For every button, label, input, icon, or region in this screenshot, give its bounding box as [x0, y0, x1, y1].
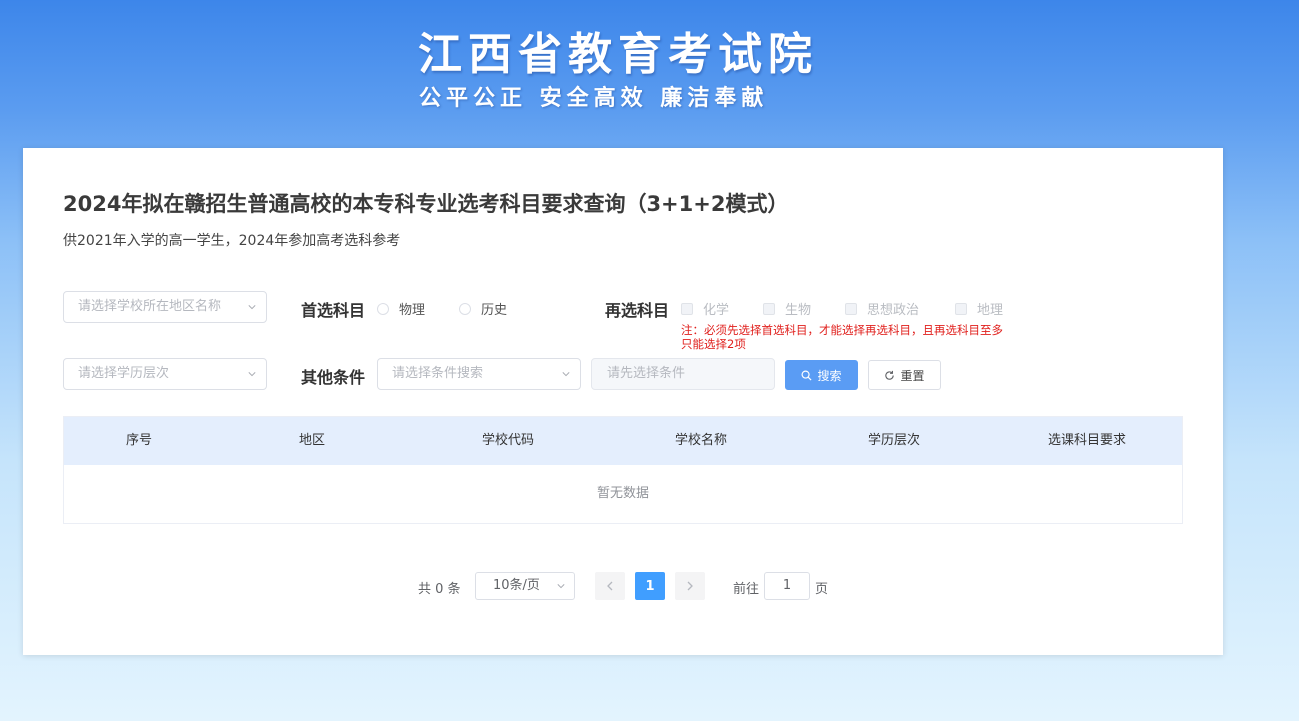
empty-state: 暂无数据	[596, 486, 649, 501]
radio-history-label: 历史	[481, 303, 508, 318]
site-slogan: 公平公正 安全高效 廉洁奉献	[419, 86, 769, 111]
page-number-current[interactable]: 1	[635, 572, 665, 600]
chevron-down-icon	[248, 305, 256, 310]
goto-page-input[interactable]: 1	[764, 572, 810, 600]
goto-prefix: 前往	[733, 582, 760, 597]
condition-value-placeholder: 请先选择条件	[607, 366, 686, 381]
checkbox-box	[845, 302, 857, 315]
page-size-value: 10条/页	[493, 578, 540, 593]
search-button-label: 搜索	[817, 368, 842, 383]
subject-note: 注：必须先选择首选科目，才能选择再选科目，且再选科目至多只能选择2项	[681, 323, 1003, 351]
condition-select[interactable]: 请选择条件搜索	[377, 358, 581, 390]
chevron-left-icon	[607, 581, 613, 591]
chevron-down-icon	[562, 372, 570, 377]
reset-button[interactable]: 重置	[868, 360, 941, 390]
search-button[interactable]: 搜索	[785, 360, 858, 390]
column-header-level: 学历层次	[867, 433, 920, 448]
results-table: 序号 地区 学校代码 学校名称 学历层次 选课科目要求 暂无数据	[63, 416, 1183, 524]
column-header-school-name: 学校名称	[674, 433, 727, 448]
checkbox-box	[763, 302, 775, 315]
condition-value-input[interactable]: 请先选择条件	[591, 358, 775, 390]
condition-select-placeholder: 请选择条件搜索	[392, 366, 484, 381]
checkbox-chemistry[interactable]: 化学	[681, 299, 729, 318]
region-select[interactable]: 请选择学校所在地区名称	[63, 291, 267, 323]
radio-circle	[377, 302, 389, 315]
checkbox-biology[interactable]: 生物	[763, 299, 811, 318]
region-select-placeholder: 请选择学校所在地区名称	[78, 299, 222, 314]
site-title: 江西省教育考试院	[418, 29, 818, 80]
table-header: 序号 地区 学校代码 学校名称 学历层次 选课科目要求	[64, 417, 1182, 465]
page-size-select[interactable]: 10条/页	[475, 572, 575, 600]
page-subtitle: 供2021年入学的高一学生，2024年参加高考选科参考	[63, 233, 401, 249]
level-select-placeholder: 请选择学历层次	[78, 366, 170, 381]
checkbox-geography[interactable]: 地理	[955, 299, 1003, 318]
second-subject-label: 再选科目	[605, 301, 670, 320]
checkbox-box	[955, 302, 967, 315]
radio-physics-label: 物理	[399, 303, 426, 318]
header-banner: 江西省教育考试院 公平公正 安全高效 廉洁奉献	[0, 0, 1299, 148]
radio-physics[interactable]: 物理	[377, 299, 425, 318]
column-header-subject-requirement: 选课科目要求	[1047, 433, 1126, 448]
chevron-down-icon	[248, 372, 256, 377]
checkbox-box	[681, 302, 693, 315]
next-page-button[interactable]	[675, 572, 705, 600]
column-header-region: 地区	[298, 433, 325, 448]
main-card: 2024年拟在赣招生普通高校的本专科专业选考科目要求查询（3+1+2模式） 供2…	[23, 148, 1223, 655]
column-header-index: 序号	[125, 433, 152, 448]
chevron-down-icon	[557, 584, 565, 589]
pagination-total: 共 0 条	[418, 582, 461, 597]
first-subject-label: 首选科目	[301, 301, 366, 320]
goto-suffix: 页	[815, 582, 829, 597]
refresh-icon	[885, 370, 895, 380]
radio-history[interactable]: 历史	[459, 299, 507, 318]
prev-page-button[interactable]	[595, 572, 625, 600]
checkbox-geography-label: 地理	[977, 303, 1004, 318]
search-icon	[801, 370, 812, 381]
checkbox-politics[interactable]: 思想政治	[845, 299, 919, 318]
checkbox-politics-label: 思想政治	[867, 303, 920, 318]
level-select[interactable]: 请选择学历层次	[63, 358, 267, 390]
checkbox-chemistry-label: 化学	[703, 303, 730, 318]
chevron-right-icon	[687, 581, 693, 591]
page-title: 2024年拟在赣招生普通高校的本专科专业选考科目要求查询（3+1+2模式）	[63, 192, 789, 216]
checkbox-biology-label: 生物	[785, 303, 812, 318]
reset-button-label: 重置	[900, 368, 925, 383]
other-condition-label: 其他条件	[301, 368, 366, 387]
radio-circle	[459, 302, 471, 315]
column-header-school-code: 学校代码	[481, 433, 534, 448]
